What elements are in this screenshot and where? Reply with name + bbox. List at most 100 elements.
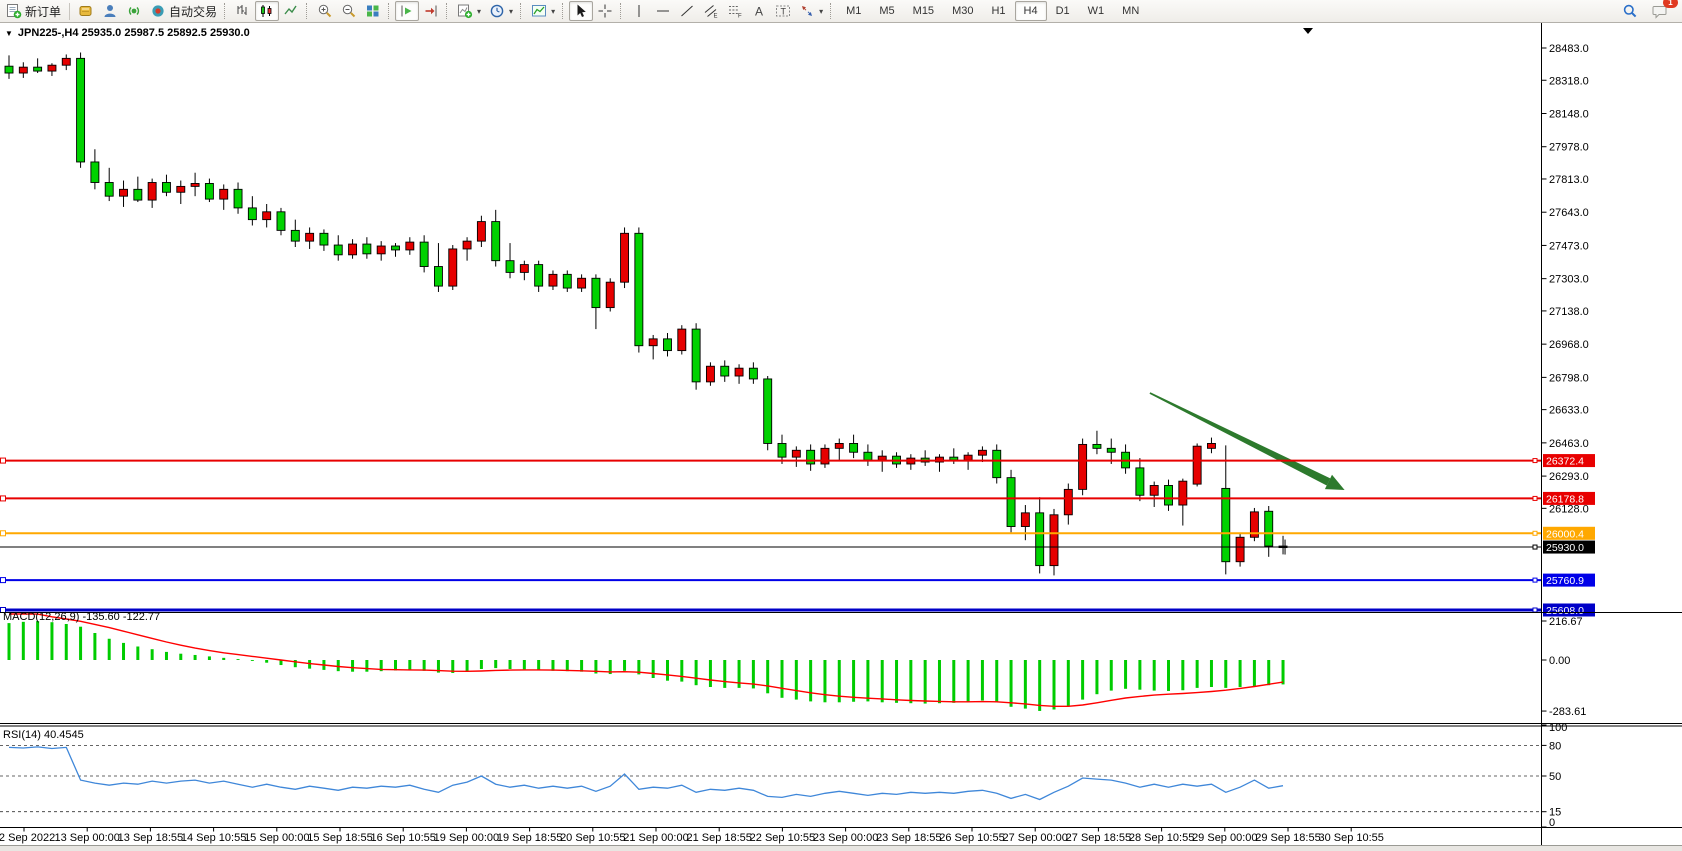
toolbar-grip [620,3,624,19]
vertical-line-tool-button[interactable] [627,1,651,21]
hline-axis-anchor [1533,578,1537,582]
timeframe-m15-button[interactable]: M15 [904,1,943,21]
fibonacci-tool-button[interactable]: F [723,1,747,21]
hline-anchor[interactable] [1,531,6,536]
candle-down [248,208,256,220]
candle-up [1236,537,1244,561]
timeframe-m1-button[interactable]: M1 [837,1,870,21]
candle-up [1021,513,1029,527]
candle-up [1207,443,1215,448]
candle-down [492,222,500,261]
svg-text:RSI(14) 40.4545: RSI(14) 40.4545 [3,729,84,741]
svg-text:21 Sep 00:00: 21 Sep 00:00 [623,832,688,844]
hline-anchor[interactable] [1,458,6,463]
timeframe-mn-button[interactable]: MN [1113,1,1148,21]
text-tool-button[interactable]: A [747,1,771,21]
dropdown-caret-icon: ▾ [477,7,481,16]
candle-up [177,186,185,192]
svg-text:15 Sep 00:00: 15 Sep 00:00 [244,832,309,844]
new-order-button[interactable]: 新订单 [2,1,65,21]
candle-down [864,452,872,460]
text-label-tool-button[interactable]: T [771,1,795,21]
toolbar-separator [69,3,70,20]
candle-down [1007,478,1015,527]
text-icon: A [751,3,767,19]
chart-title-bar[interactable]: ▼ JPN225-,H4 25935.0 25987.5 25892.5 259… [5,27,250,39]
bar-chart-icon [235,3,251,19]
svg-text:25930.0: 25930.0 [1546,542,1584,554]
crosshair-tool-button[interactable] [593,1,617,21]
toolbar-grip [520,3,524,19]
profiles-button[interactable]: ▾ [485,1,517,21]
price-chart[interactable]: 28483.028318.028148.027978.027813.027643… [0,23,1682,851]
toolbar-grip [830,3,834,19]
candle-down [778,443,786,457]
indicators-button[interactable]: ▾ [527,1,559,21]
horizontal-line-tool-button[interactable] [651,1,675,21]
trendline-tool-button[interactable] [675,1,699,21]
timeframe-h4-button[interactable]: H4 [1015,1,1047,21]
new-chart-button[interactable]: ▾ [453,1,485,21]
timeframe-d1-button[interactable]: D1 [1047,1,1079,21]
timeframe-m30-button[interactable]: M30 [943,1,982,21]
zoom-out-button[interactable] [337,1,361,21]
timeframe-label: M30 [948,5,977,17]
candlestick-mode-button[interactable] [255,1,279,21]
svg-text:A: A [755,5,763,19]
zoom-in-button[interactable] [313,1,337,21]
auto-trading-button[interactable]: 自动交易 [146,1,221,21]
candle-up [792,450,800,457]
accounts-button[interactable] [98,1,122,21]
new-order-icon [6,3,22,19]
horizontal-scrollbar[interactable] [0,846,1682,851]
hline-anchor[interactable] [1,578,6,583]
line-chart-mode-button[interactable] [279,1,303,21]
candle-up [1079,444,1087,489]
timeframe-w1-button[interactable]: W1 [1079,1,1114,21]
clock-icon [489,3,505,19]
candle-down [1093,444,1101,448]
dropdown-caret-icon: ▾ [509,7,513,16]
tile-windows-button[interactable] [361,1,385,21]
svg-text:13 Sep 18:55: 13 Sep 18:55 [118,832,183,844]
candle-up [406,242,414,250]
symbol-dropdown-icon[interactable]: ▼ [5,29,13,38]
timeframe-label: H1 [987,5,1009,17]
arrows-tool-button[interactable]: ▾ [795,1,827,21]
trendline-icon [679,3,695,19]
svg-text:26000.4: 26000.4 [1546,528,1584,540]
channel-tool-button[interactable]: E [699,1,723,21]
hline-axis-anchor [1533,608,1537,612]
svg-text:19 Sep 00:00: 19 Sep 00:00 [434,832,499,844]
candle-up [678,329,686,351]
svg-text:F: F [738,14,742,20]
toolbar-grip [306,3,310,19]
toolbar-grip [562,3,566,19]
toolbar-grip [224,3,228,19]
chart-background[interactable] [0,23,1682,851]
candle-up [606,282,614,307]
svg-text:27813.0: 27813.0 [1549,174,1589,186]
market-watch-button[interactable] [74,1,98,21]
timeframe-label: H4 [1020,5,1042,17]
hline-anchor[interactable] [1,496,6,501]
candle-up [706,366,714,382]
dropdown-caret-icon: ▾ [551,7,555,16]
chart-shift-button[interactable] [419,1,443,21]
svg-text:29 Sep 00:00: 29 Sep 00:00 [1192,832,1257,844]
timeframe-h1-button[interactable]: H1 [982,1,1014,21]
svg-text:22 Sep 10:55: 22 Sep 10:55 [750,832,815,844]
auto-scroll-button[interactable] [395,1,419,21]
search-icon [1622,3,1638,19]
search-button[interactable] [1618,1,1642,21]
signal-button[interactable] [122,1,146,21]
candle-up [549,274,557,286]
notification-badge[interactable]: 1 [1663,0,1678,8]
timeframe-m5-button[interactable]: M5 [870,1,903,21]
auto-trading-icon [150,3,166,19]
cursor-tool-button[interactable] [569,1,593,21]
candle-up [477,222,485,242]
candle-down [1165,485,1173,505]
svg-text:80: 80 [1549,740,1561,752]
bar-chart-mode-button[interactable] [231,1,255,21]
